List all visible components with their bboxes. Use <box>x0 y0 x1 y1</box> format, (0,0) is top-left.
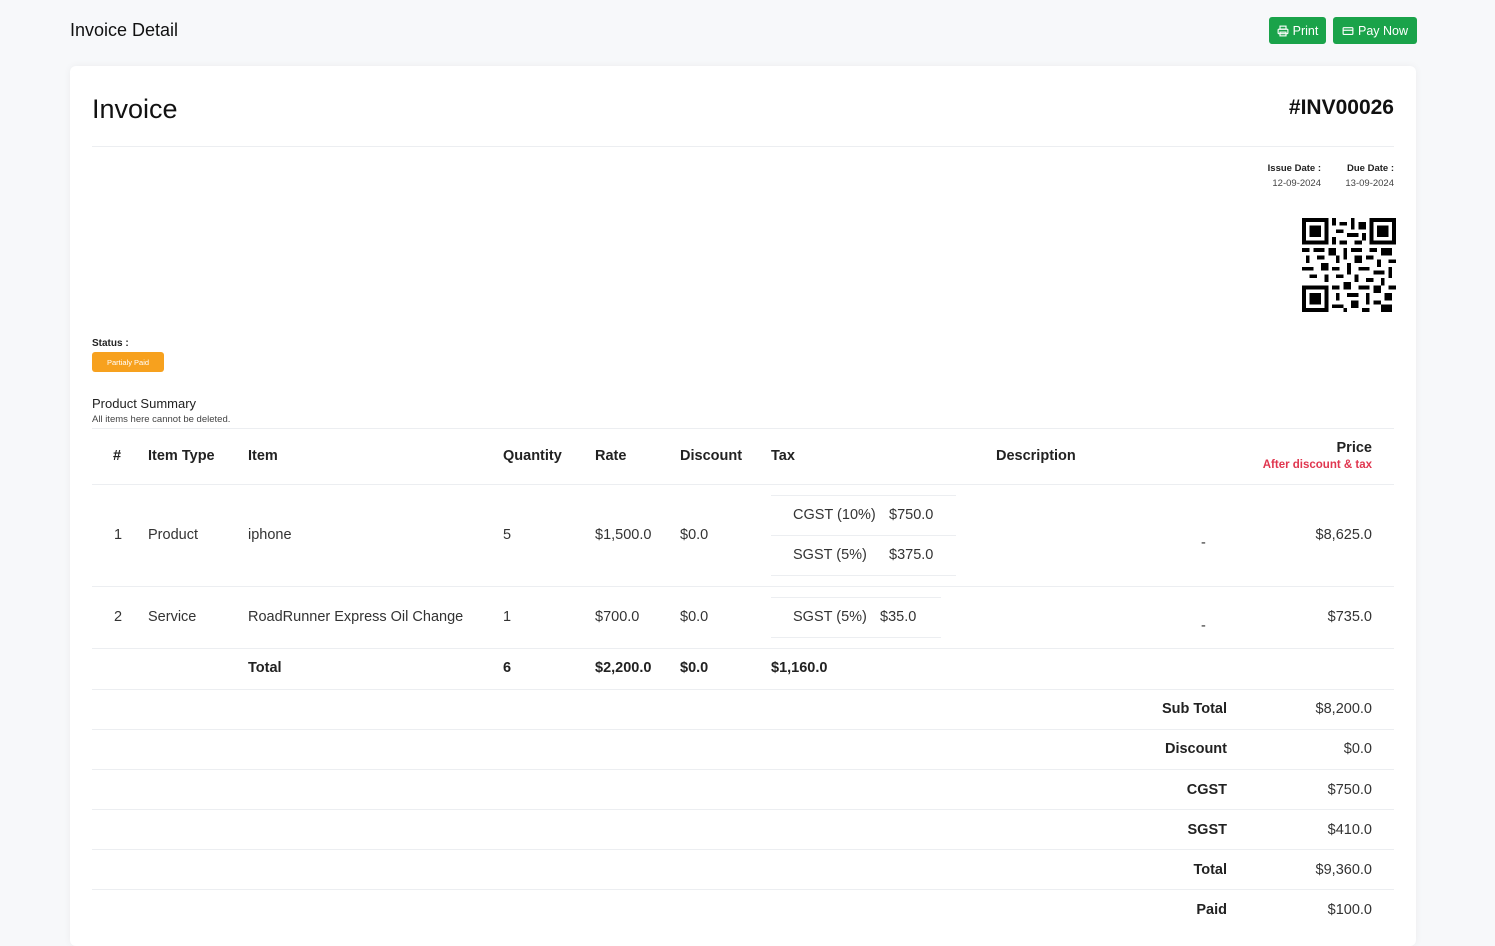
grand-total-value: $9,360.0 <box>1315 862 1372 878</box>
product-summary-title: Product Summary <box>92 396 197 411</box>
row-num: 1 <box>114 527 123 543</box>
invoice-card: Invoice #INV00026 Issue Date : 12-09-202… <box>70 66 1416 946</box>
tax-divider <box>771 495 956 496</box>
total-label: Total <box>248 660 282 676</box>
due-date-label: Due Date : <box>1347 163 1394 174</box>
row-item: iphone <box>248 527 292 543</box>
col-num-header: # <box>113 448 122 464</box>
col-tax-header: Tax <box>771 448 795 464</box>
credit-card-icon <box>1342 26 1354 35</box>
sgst-label: SGST <box>1187 822 1227 838</box>
sub-total-value: $8,200.0 <box>1315 701 1372 717</box>
page-title: Invoice Detail <box>70 20 179 40</box>
pay-now-button[interactable]: Pay Now <box>1333 17 1417 44</box>
discount-value: $0.0 <box>1343 741 1372 757</box>
row-divider <box>92 586 1394 587</box>
row-description: - <box>1201 618 1206 634</box>
total-rate: $2,200.0 <box>595 660 652 676</box>
tax-divider <box>771 637 941 638</box>
row-discount: $0.0 <box>680 527 709 543</box>
issue-date-label: Issue Date : <box>1267 163 1321 174</box>
due-date-block: Due Date : 13-09-2024 <box>1345 163 1394 189</box>
tax-amount: $35.0 <box>880 609 917 625</box>
tax-divider <box>771 575 956 576</box>
print-label: Print <box>1292 23 1319 38</box>
row-rate: $700.0 <box>595 609 640 625</box>
status-badge: Partialy Paid <box>92 352 164 372</box>
col-rate-header: Rate <box>595 448 627 464</box>
total-tax: $1,160.0 <box>771 660 828 676</box>
row-divider <box>92 484 1394 485</box>
col-quantity-header: Quantity <box>503 448 562 464</box>
print-button[interactable]: Print <box>1269 17 1326 44</box>
sgst-value: $410.0 <box>1327 822 1372 838</box>
row-divider <box>92 849 1394 850</box>
col-price-header: Price <box>1336 440 1372 456</box>
row-rate: $1,500.0 <box>595 527 652 543</box>
tax-amount: $750.0 <box>889 507 934 523</box>
issue-date-block: Issue Date : 12-09-2024 <box>1268 163 1321 189</box>
status-label: Status : <box>92 338 129 349</box>
paid-label: Paid <box>1196 902 1227 918</box>
total-discount: $0.0 <box>680 660 709 676</box>
row-divider <box>92 889 1394 890</box>
col-item-type-header: Item Type <box>148 448 215 464</box>
row-divider <box>92 689 1394 690</box>
tax-amount: $375.0 <box>889 547 934 563</box>
row-num: 2 <box>114 609 123 625</box>
tax-name: SGST (5%) <box>793 609 867 625</box>
col-item-header: Item <box>248 448 278 464</box>
row-quantity: 1 <box>503 609 512 625</box>
tax-name: SGST (5%) <box>793 547 867 563</box>
row-price: $735.0 <box>1327 609 1372 625</box>
row-item-type: Service <box>148 609 197 625</box>
sub-total-label: Sub Total <box>1162 701 1227 717</box>
row-discount: $0.0 <box>680 609 709 625</box>
pay-now-label: Pay Now <box>1357 23 1409 38</box>
col-discount-header: Discount <box>680 448 743 464</box>
col-description-header: Description <box>996 448 1076 464</box>
printer-icon <box>1277 25 1289 36</box>
divider <box>92 146 1394 147</box>
tax-divider <box>771 597 941 598</box>
row-divider <box>92 809 1394 810</box>
row-item-type: Product <box>148 527 198 543</box>
row-divider <box>92 729 1394 730</box>
row-item: RoadRunner Express Oil Change <box>248 609 464 625</box>
invoice-title: Invoice <box>92 94 178 124</box>
discount-label: Discount <box>1164 741 1227 757</box>
tax-divider <box>771 535 956 536</box>
row-divider <box>92 769 1394 770</box>
invoice-number: #INV00026 <box>1288 96 1394 119</box>
total-quantity: 6 <box>503 660 512 676</box>
product-summary-subtitle: All items here cannot be deleted. <box>92 414 231 425</box>
row-quantity: 5 <box>503 527 512 543</box>
due-date-value: 13-09-2024 <box>1345 178 1394 189</box>
paid-value: $100.0 <box>1327 902 1372 918</box>
row-description: - <box>1201 535 1206 551</box>
price-subheader: After discount & tax <box>1262 459 1372 471</box>
grand-total-label: Total <box>1193 862 1227 878</box>
row-price: $8,625.0 <box>1315 527 1372 543</box>
issue-date-value: 12-09-2024 <box>1272 178 1321 189</box>
top-bar: Invoice Detail Print Pay Now <box>0 0 1495 62</box>
cgst-value: $750.0 <box>1327 782 1372 798</box>
row-divider <box>92 648 1394 649</box>
qr-code-icon <box>1302 218 1396 312</box>
table-top-border <box>92 428 1394 429</box>
tax-name: CGST (10%) <box>793 507 876 523</box>
cgst-label: CGST <box>1186 782 1227 798</box>
